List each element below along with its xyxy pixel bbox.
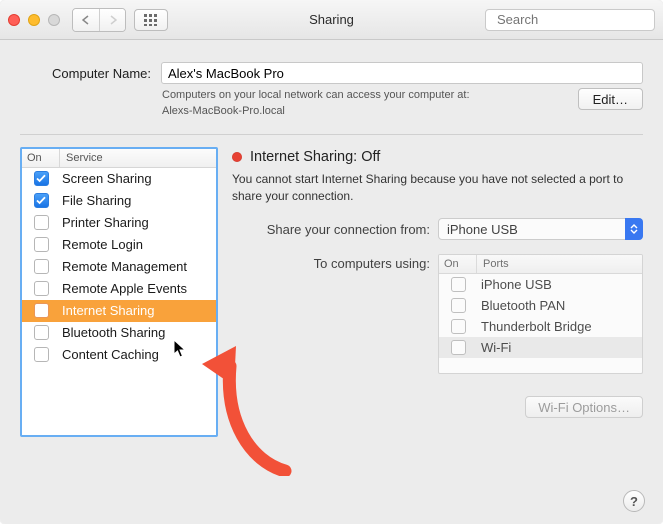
nav-back-forward xyxy=(72,8,126,32)
help-button[interactable]: ? xyxy=(623,490,645,512)
minimize-window-button[interactable] xyxy=(28,14,40,26)
titlebar: Sharing xyxy=(0,0,663,40)
port-row[interactable]: Thunderbolt Bridge xyxy=(439,316,642,337)
service-label: Content Caching xyxy=(60,347,216,362)
port-row[interactable]: Bluetooth PAN xyxy=(439,295,642,316)
port-checkbox[interactable] xyxy=(451,319,466,334)
service-label: Remote Login xyxy=(60,237,216,252)
edit-hostname-button[interactable]: Edit… xyxy=(578,88,643,110)
port-checkbox[interactable] xyxy=(451,298,466,313)
services-header: On Service xyxy=(22,149,216,168)
search-field[interactable] xyxy=(485,9,655,31)
chevron-up-down-icon xyxy=(625,218,643,240)
share-from-label: Share your connection from: xyxy=(232,222,430,237)
share-from-value: iPhone USB xyxy=(447,222,518,237)
service-checkbox[interactable] xyxy=(34,193,49,208)
service-label: Printer Sharing xyxy=(60,215,216,230)
service-checkbox[interactable] xyxy=(34,281,49,296)
port-label: Bluetooth PAN xyxy=(477,298,642,313)
service-checkbox[interactable] xyxy=(34,303,49,318)
service-label: Bluetooth Sharing xyxy=(60,325,216,340)
service-checkbox[interactable] xyxy=(34,237,49,252)
port-checkbox[interactable] xyxy=(451,277,466,292)
computer-name-hint: Computers on your local network can acce… xyxy=(162,88,578,120)
divider xyxy=(20,134,643,135)
service-row[interactable]: Content Caching xyxy=(22,344,216,366)
port-checkbox[interactable] xyxy=(451,340,466,355)
service-row[interactable]: File Sharing xyxy=(22,190,216,212)
zoom-window-button xyxy=(48,14,60,26)
service-row[interactable]: Screen Sharing xyxy=(22,168,216,190)
service-label: Remote Apple Events xyxy=(60,281,216,296)
wifi-options-button: Wi-Fi Options… xyxy=(525,396,643,418)
service-checkbox[interactable] xyxy=(34,347,49,362)
share-from-select[interactable]: iPhone USB xyxy=(438,218,643,240)
col-on: On xyxy=(22,149,60,167)
service-row[interactable]: Remote Login xyxy=(22,234,216,256)
service-checkbox[interactable] xyxy=(34,325,49,340)
service-checkbox[interactable] xyxy=(34,215,49,230)
status-description: You cannot start Internet Sharing becaus… xyxy=(232,171,643,205)
col-service: Service xyxy=(60,149,216,167)
ports-list[interactable]: On Ports iPhone USB Bluetooth PAN Thunderb… xyxy=(438,254,643,374)
computer-name-input[interactable] xyxy=(161,62,643,84)
status-indicator-off xyxy=(232,152,242,162)
service-row[interactable]: Remote Management xyxy=(22,256,216,278)
service-detail: Internet Sharing: Off You cannot start I… xyxy=(232,147,643,437)
service-row[interactable]: Internet Sharing xyxy=(22,300,216,322)
port-label: iPhone USB xyxy=(477,277,642,292)
port-row[interactable]: iPhone USB xyxy=(439,274,642,295)
port-label: Thunderbolt Bridge xyxy=(477,319,642,334)
service-row[interactable]: Remote Apple Events xyxy=(22,278,216,300)
to-computers-label: To computers using: xyxy=(232,254,430,271)
close-window-button[interactable] xyxy=(8,14,20,26)
service-label: Remote Management xyxy=(60,259,216,274)
port-label: Wi-Fi xyxy=(477,340,642,355)
service-label: Internet Sharing xyxy=(60,303,216,318)
service-label: File Sharing xyxy=(60,193,216,208)
service-row[interactable]: Bluetooth Sharing xyxy=(22,322,216,344)
computer-name-label: Computer Name: xyxy=(20,66,151,81)
search-input[interactable] xyxy=(497,12,663,27)
service-label: Screen Sharing xyxy=(60,171,216,186)
port-row[interactable]: Wi-Fi xyxy=(439,337,642,358)
sharing-pref-window: Sharing Computer Name: Computers on your… xyxy=(0,0,663,524)
back-button[interactable] xyxy=(73,9,99,31)
ports-header: On Ports xyxy=(439,255,642,274)
service-checkbox[interactable] xyxy=(34,171,49,186)
forward-button[interactable] xyxy=(99,9,125,31)
content-area: Computer Name: Computers on your local n… xyxy=(0,40,663,524)
service-checkbox[interactable] xyxy=(34,259,49,274)
window-controls xyxy=(8,14,60,26)
service-row[interactable]: Printer Sharing xyxy=(22,212,216,234)
show-all-button[interactable] xyxy=(134,9,168,31)
services-list[interactable]: On Service Screen Sharing File Sharing Pri… xyxy=(20,147,218,437)
status-title: Internet Sharing: Off xyxy=(250,149,380,165)
